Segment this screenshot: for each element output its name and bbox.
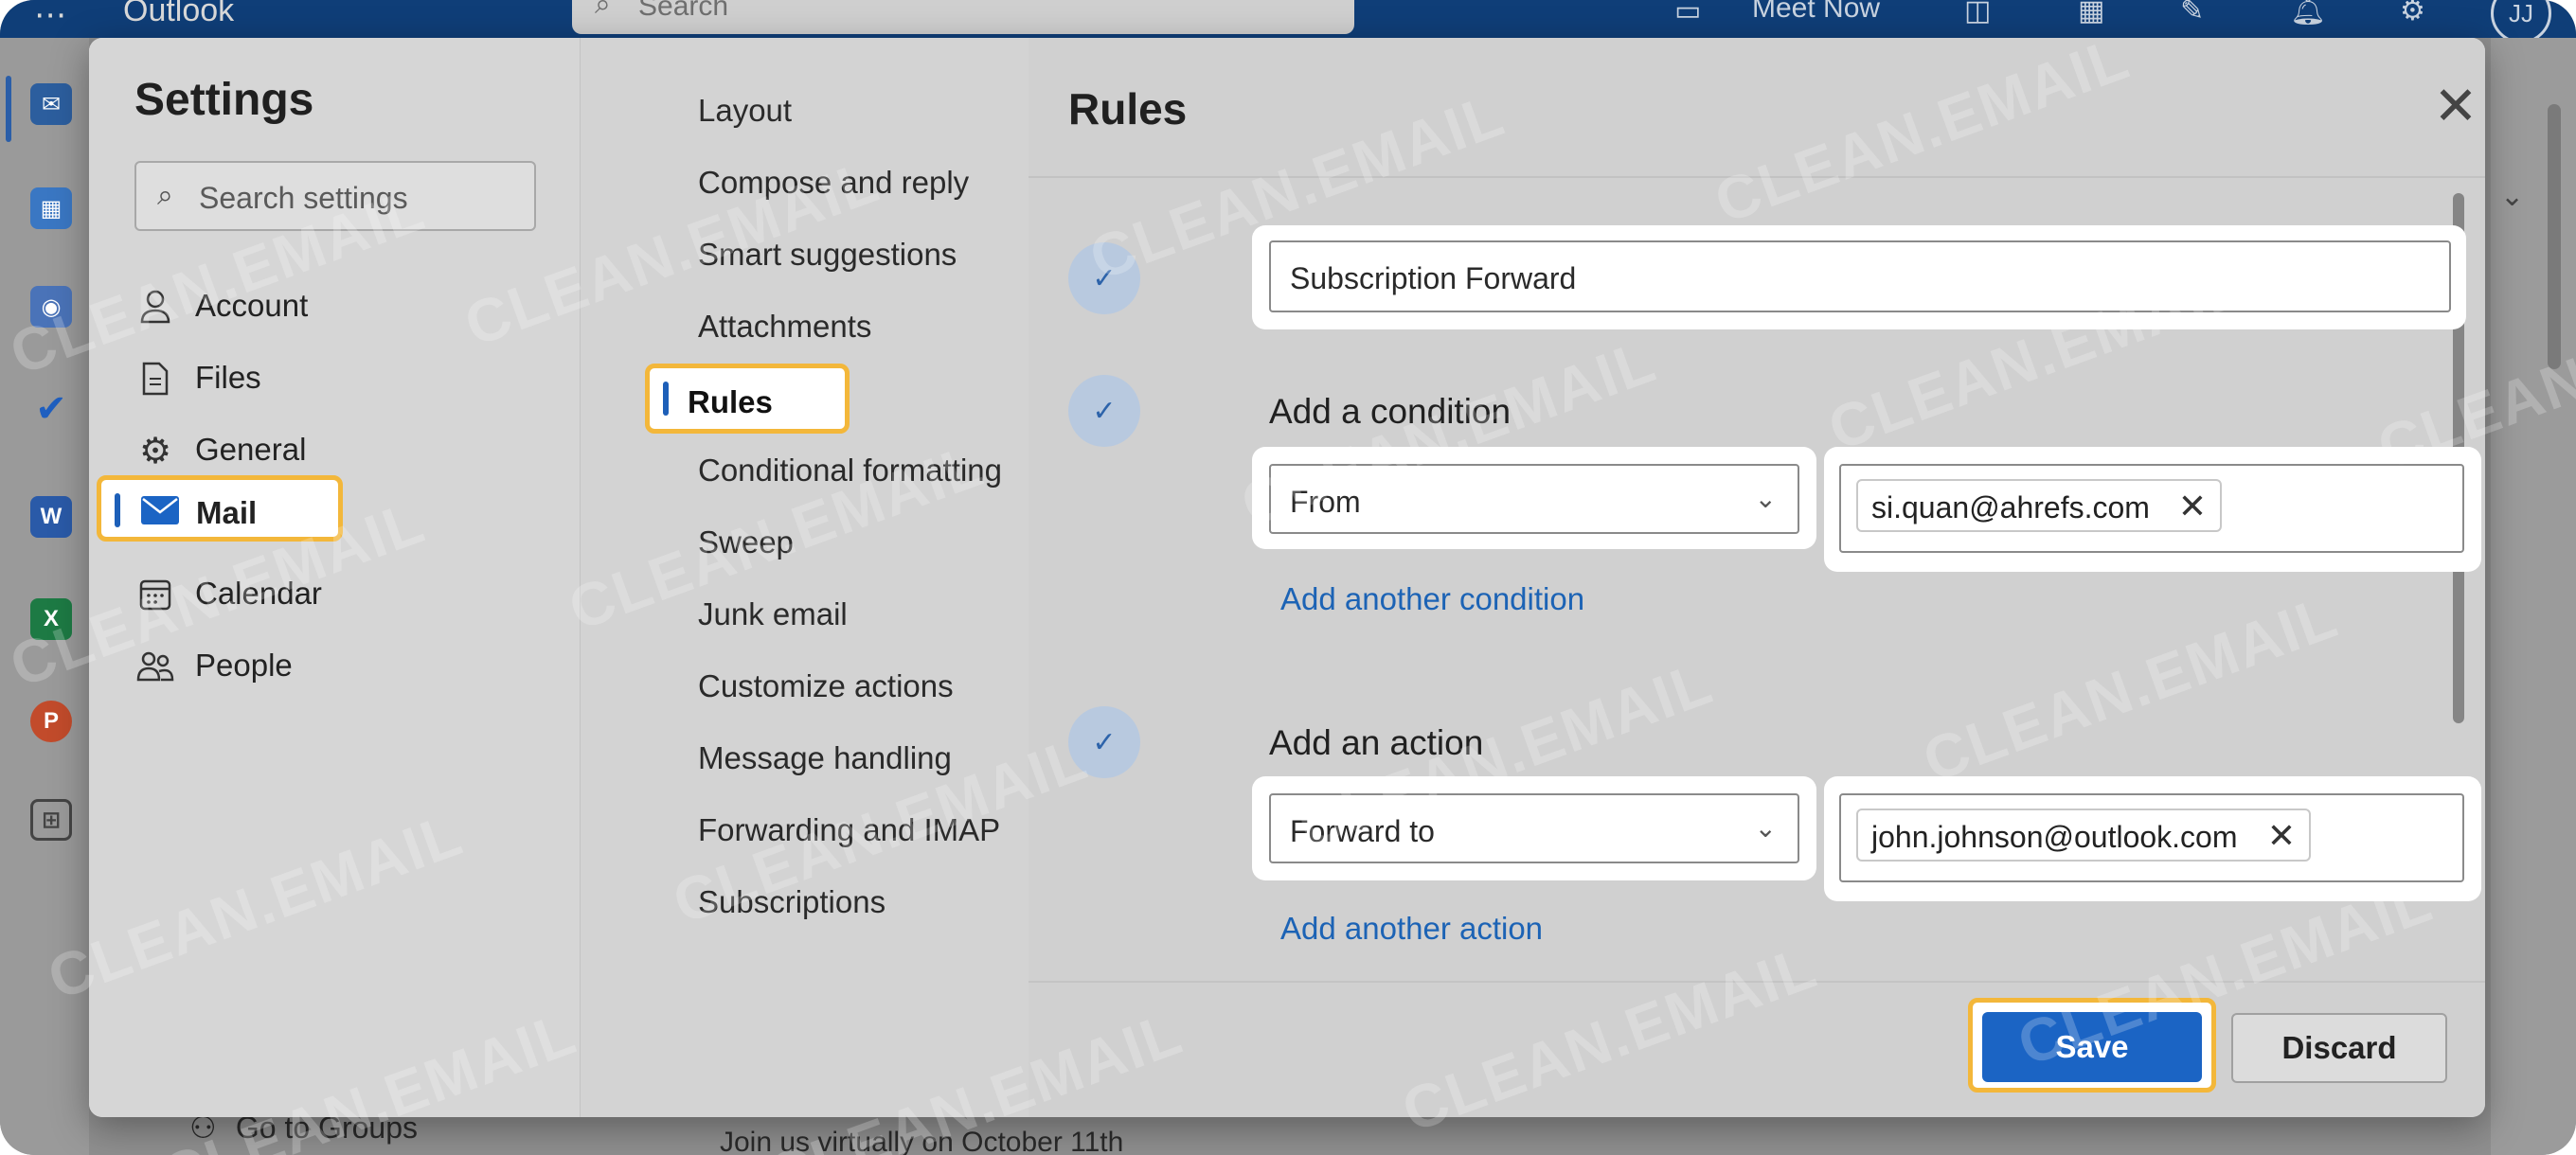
nav-item-label: General <box>195 432 307 467</box>
save-highlight: Save <box>1968 998 2216 1093</box>
rail-active-indicator <box>6 76 11 142</box>
remove-chip-icon[interactable]: ✕ <box>2267 816 2296 856</box>
menu-item-junk-email[interactable]: Junk email <box>698 596 848 632</box>
todo-app-icon[interactable]: ✔ <box>30 388 72 430</box>
save-button[interactable]: Save <box>1982 1012 2202 1082</box>
action-value-input[interactable]: john.johnson@outlook.com ✕ <box>1839 793 2464 882</box>
powerpoint-app-icon[interactable]: P <box>30 701 72 742</box>
condition-heading: Add a condition <box>1269 392 1512 431</box>
screen: ⋯ Outlook ⌕ Search ▭ Meet Now ◫ ▦ ✎ 🔔︎ ⚙… <box>0 0 2576 1155</box>
chevron-down-icon[interactable]: ⌄ <box>2500 180 2524 213</box>
add-another-condition-link[interactable]: Add another condition <box>1280 581 1584 617</box>
rule-name-value: Subscription Forward <box>1290 261 1577 295</box>
menu-item-subscriptions[interactable]: Subscriptions <box>698 884 886 920</box>
teams-icon[interactable]: ◫ <box>1964 0 1991 27</box>
calendar-icon <box>134 576 176 613</box>
app-title: Outlook <box>123 0 235 28</box>
action-type-select[interactable]: Forward to ⌄ <box>1269 793 1799 863</box>
menu-item-conditional-formatting[interactable]: Conditional formatting <box>698 453 1002 489</box>
global-search-input[interactable]: ⌕ Search <box>572 0 1354 34</box>
nav-item-label: Mail <box>196 495 258 530</box>
nav-item-account[interactable]: Account <box>134 273 523 339</box>
action-value-chip: john.johnson@outlook.com ✕ <box>1856 808 2311 862</box>
condition-value-input[interactable]: si.quan@ahrefs.com ✕ <box>1839 464 2464 553</box>
nav-item-label: Files <box>195 360 261 395</box>
settings-title: Settings <box>134 75 314 125</box>
chevron-down-icon: ⌄ <box>1754 813 1777 843</box>
menu-item-attachments[interactable]: Attachments <box>698 309 871 345</box>
nav-item-label: Account <box>195 288 309 323</box>
mail-settings-menu: Layout Compose and reply Smart suggestio… <box>580 38 1029 1117</box>
video-icon[interactable]: ▭ <box>1674 0 1701 27</box>
search-icon: ⌕ <box>157 180 173 211</box>
background-scrollbar[interactable] <box>2548 104 2561 369</box>
gear-icon[interactable]: ⚙ <box>2400 0 2425 27</box>
nav-item-files[interactable]: Files <box>134 345 523 411</box>
menu-item-rules-label: Rules <box>688 384 773 419</box>
settings-nav: Settings ⌕ Search settings Account Files… <box>89 38 580 1117</box>
more-apps-icon[interactable]: ⊞ <box>30 799 72 841</box>
nav-item-mail[interactable]: Mail <box>97 475 343 542</box>
meet-now-button[interactable]: Meet Now <box>1752 0 1880 25</box>
close-icon[interactable]: ✕ <box>2428 80 2483 134</box>
menu-item-rules[interactable]: Rules <box>645 364 850 434</box>
excel-app-icon[interactable]: X <box>30 598 72 640</box>
search-settings-input[interactable]: ⌕ Search settings <box>134 161 536 231</box>
global-search-placeholder: Search <box>638 0 729 22</box>
document-icon <box>134 360 176 398</box>
app-rail: ✉ ▦ ◉ ✔ W X P ⊞ <box>0 38 89 1155</box>
people-icon <box>134 648 176 685</box>
message-preview: Join us virtually on October 11th <box>720 1127 1124 1155</box>
action-type-value: Forward to <box>1290 814 1435 848</box>
condition-value-chip: si.quan@ahrefs.com ✕ <box>1856 479 2222 532</box>
check-icon: ✓ <box>1068 706 1140 778</box>
nav-item-label: Calendar <box>195 576 322 611</box>
discard-button[interactable]: Discard <box>2231 1013 2447 1083</box>
my-day-icon[interactable]: ✎ <box>2180 0 2204 27</box>
action-heading: Add an action <box>1269 723 1484 762</box>
condition-type-value: From <box>1290 485 1361 519</box>
gear-icon: ⚙ <box>138 431 172 471</box>
menu-item-compose-and-reply[interactable]: Compose and reply <box>698 165 969 201</box>
app-launcher-icon[interactable]: ⋯ <box>34 0 68 34</box>
add-another-action-link[interactable]: Add another action <box>1280 911 1543 947</box>
bell-icon[interactable]: 🔔︎ <box>2290 0 2326 27</box>
nav-item-general[interactable]: ⚙ General <box>134 417 523 483</box>
menu-item-customize-actions[interactable]: Customize actions <box>698 668 954 704</box>
mail-app-icon[interactable]: ✉ <box>30 83 72 125</box>
search-settings-placeholder: Search settings <box>199 181 408 215</box>
menu-item-smart-suggestions[interactable]: Smart suggestions <box>698 237 957 273</box>
rules-panel: Rules ✕ ✓ Subscription Forward ✓ Add a c… <box>1029 38 2485 1117</box>
rules-title: Rules <box>1068 84 1188 133</box>
selection-indicator <box>663 382 669 416</box>
remove-chip-icon[interactable]: ✕ <box>2178 487 2207 526</box>
apps-icon[interactable]: ▦ <box>2078 0 2104 27</box>
mail-icon <box>139 491 181 529</box>
selection-indicator <box>115 493 120 527</box>
nav-item-label: People <box>195 648 293 683</box>
menu-item-sweep[interactable]: Sweep <box>698 524 794 560</box>
calendar-app-icon[interactable]: ▦ <box>30 187 72 229</box>
menu-item-message-handling[interactable]: Message handling <box>698 740 952 776</box>
chevron-down-icon: ⌄ <box>1754 484 1777 513</box>
chip-label: john.johnson@outlook.com <box>1871 820 2238 854</box>
chip-label: si.quan@ahrefs.com <box>1871 490 2150 524</box>
nav-item-calendar[interactable]: Calendar <box>134 560 523 627</box>
settings-dialog: Settings ⌕ Search settings Account Files… <box>89 38 2485 1117</box>
people-app-icon[interactable]: ◉ <box>30 286 72 328</box>
rule-name-input[interactable]: Subscription Forward <box>1269 240 2451 312</box>
divider <box>1029 176 2485 178</box>
check-icon: ✓ <box>1068 375 1140 447</box>
search-icon: ⌕ <box>595 0 611 20</box>
condition-type-select[interactable]: From ⌄ <box>1269 464 1799 534</box>
check-icon: ✓ <box>1068 242 1140 314</box>
menu-item-forwarding-and-imap[interactable]: Forwarding and IMAP <box>698 812 1000 848</box>
nav-item-people[interactable]: People <box>134 632 523 699</box>
person-icon <box>134 288 176 326</box>
top-bar: ⋯ Outlook ⌕ Search ▭ Meet Now ◫ ▦ ✎ 🔔︎ ⚙… <box>0 0 2576 44</box>
menu-item-layout[interactable]: Layout <box>698 93 792 129</box>
divider <box>1029 981 2485 983</box>
word-app-icon[interactable]: W <box>30 496 72 538</box>
